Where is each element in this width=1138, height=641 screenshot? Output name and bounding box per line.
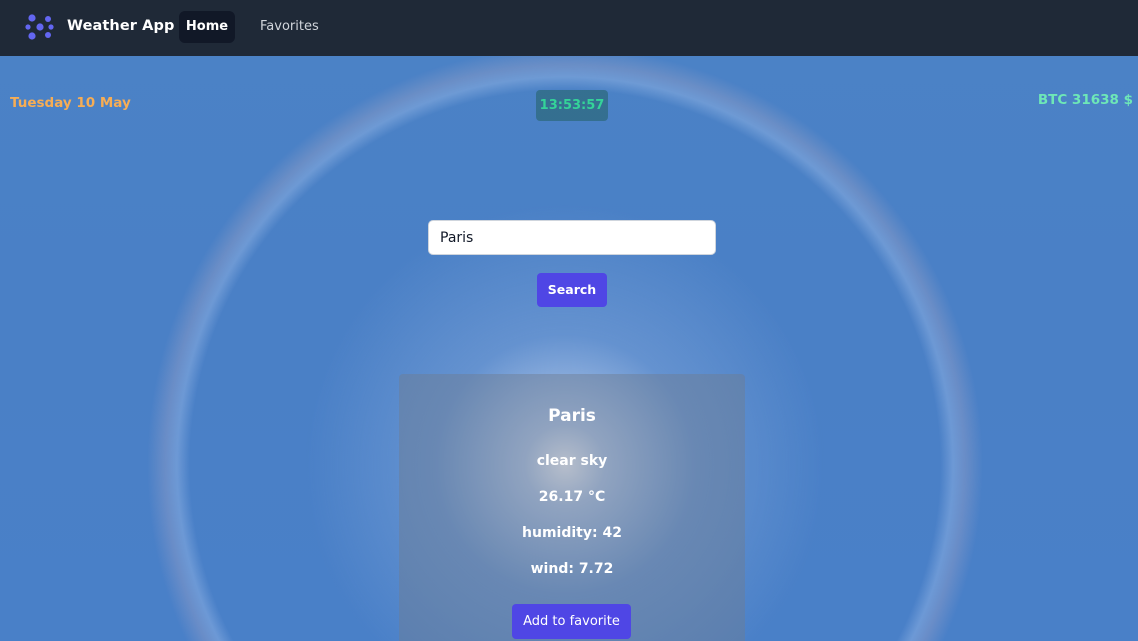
add-to-favorite-button[interactable]: Add to favorite bbox=[512, 604, 631, 639]
weather-wind: wind: 7.72 bbox=[530, 561, 614, 577]
weather-temperature: 26.17 °C bbox=[538, 489, 606, 505]
search-button[interactable]: Search bbox=[537, 273, 607, 307]
current-time: 13:53:57 bbox=[536, 90, 608, 121]
city-search-input[interactable] bbox=[428, 220, 716, 255]
nav-home-link[interactable]: Home bbox=[179, 11, 235, 43]
weather-city: Paris bbox=[548, 406, 596, 426]
app-brand[interactable]: Weather App bbox=[67, 18, 174, 34]
top-navbar: Weather App Home Favorites bbox=[0, 0, 1138, 56]
current-date: Tuesday 10 May bbox=[10, 95, 131, 111]
btc-price: BTC 31638 $ bbox=[1037, 92, 1133, 108]
weather-humidity: humidity: 42 bbox=[522, 525, 622, 541]
weather-description: clear sky bbox=[536, 453, 608, 469]
nav-favorites-link[interactable]: Favorites bbox=[250, 11, 329, 43]
dots-logo-icon[interactable] bbox=[25, 13, 55, 41]
weather-card: Paris clear sky 26.17 °C humidity: 42 wi… bbox=[399, 374, 745, 641]
